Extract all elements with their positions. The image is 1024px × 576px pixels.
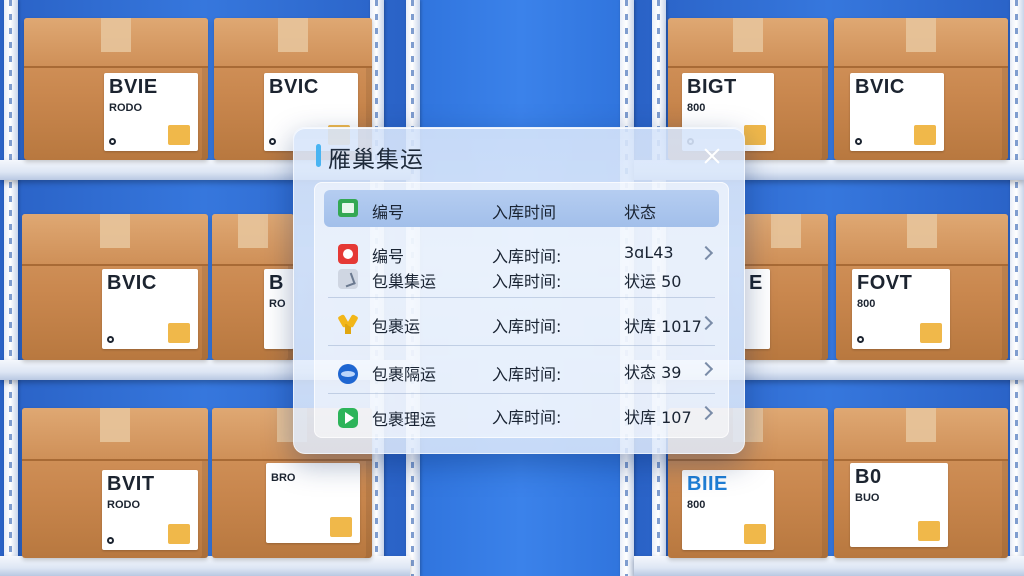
parcel-box: BVIT RODO [22,408,208,558]
parcel-box: E [744,214,828,360]
parcel-box: BVIC [834,18,1008,160]
row-time: 入库时间: [492,317,562,336]
table-row[interactable]: 包裹隔运 入库时间: 状态 39 [324,348,719,394]
blue-globe-icon [338,364,358,384]
chevron-right-icon[interactable] [698,405,714,421]
rack-upright [4,0,18,576]
row-status: 状库 1017 [624,317,702,336]
green-play-icon [338,408,358,428]
table-row[interactable]: 编号 入库时间: 3ɑL43 包巢集运 入库时间: 状运 50 [324,232,719,294]
red-app-icon [338,244,358,264]
row-time: 入库时间: [492,365,562,384]
shelf [0,556,410,576]
header-id: 编号 [372,203,405,222]
row-id: 包裹隔运 [372,365,437,384]
row-divider [328,297,715,298]
table-row[interactable]: 包裹理运 入库时间: 状库 107 [324,396,719,438]
row-id: 编号 [372,247,405,266]
package-icon [338,199,358,217]
parcel-box: BVIE RODO [24,18,208,160]
row-time: 入库时间: [492,272,562,291]
shelf [634,556,1024,576]
rack-upright [1010,0,1024,576]
row-divider [328,345,715,346]
parcel-table: 编号 入库时间 状态 编号 入库时间: 3ɑL43 包巢集运 入库时间: 状运 … [314,182,729,438]
parcel-box: BVIC [22,214,208,360]
row-status: 状库 107 [624,408,692,427]
gray-check-icon [338,269,358,289]
dialog-header: 雁巢集运 [294,128,744,184]
close-icon[interactable] [700,144,724,168]
row-id: 包巢集运 [372,272,437,291]
chevron-right-icon[interactable] [698,361,714,377]
yellow-y-icon [338,314,358,334]
parcel-box: B0 BUO [834,408,1008,558]
row-id: 包裹理运 [372,410,437,429]
dialog-title: 雁巢集运 [328,147,424,173]
header-status: 状态 [624,203,657,222]
row-status: 状态 39 [624,363,682,382]
row-time: 入库时间: [492,247,562,266]
parcel-box: BRO [212,214,294,360]
title-accent-bar [316,144,321,167]
row-time: 入库时间: [492,408,562,427]
row-divider [328,393,715,394]
parcel-dialog: 雁巢集运 编号 入库时间 状态 编号 入库时间: 3ɑL43 包巢集运 入库时间… [293,127,745,454]
row-status: 状运 50 [624,272,682,291]
chevron-right-icon[interactable] [698,245,714,261]
header-time: 入库时间 [492,203,557,222]
parcel-box: FOVT 800 [836,214,1008,360]
table-row[interactable]: 包裹运 入库时间: 状库 1017 [324,300,719,346]
row-id: 包裹运 [372,317,421,336]
table-header: 编号 入库时间 状态 [324,190,719,227]
row-status: 3ɑL43 [624,243,674,262]
